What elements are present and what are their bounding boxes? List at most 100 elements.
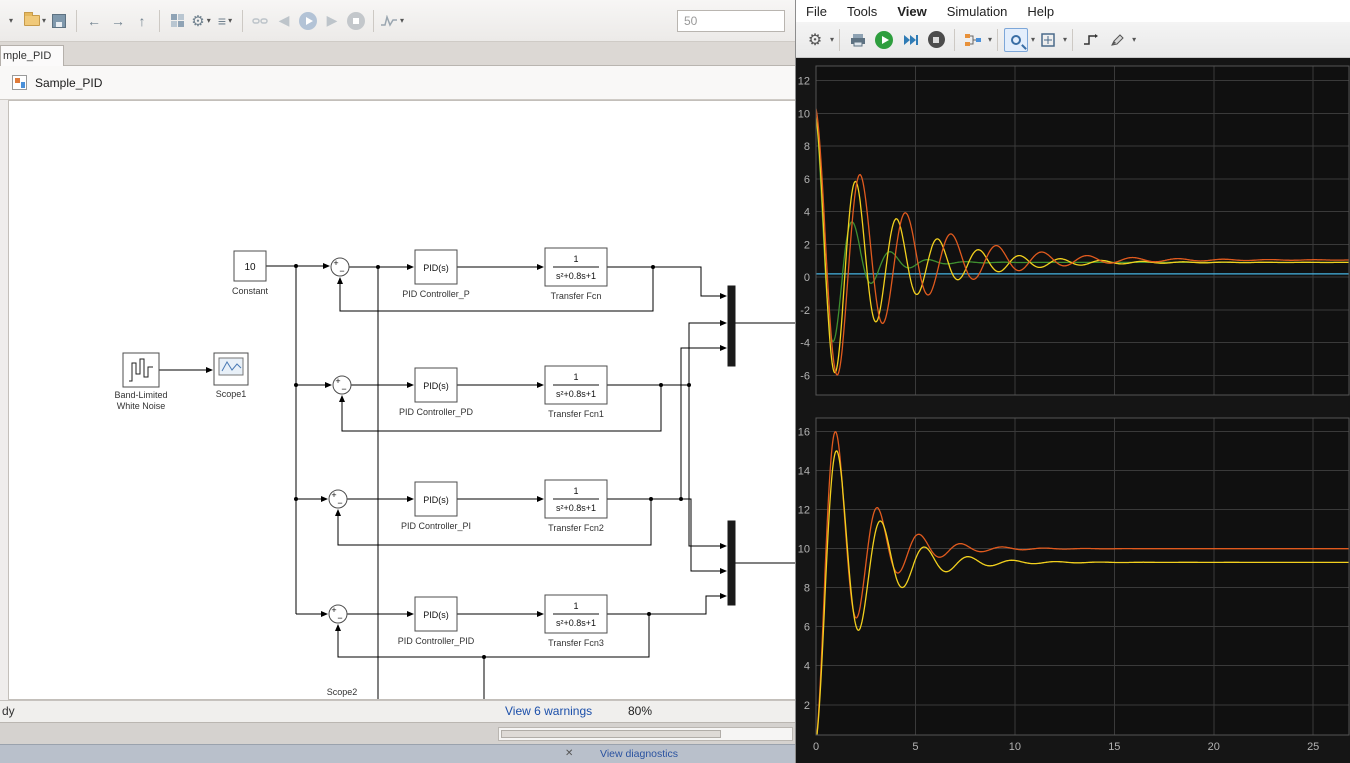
scope-display-2[interactable]: 2 4 6 8 10 12 14 16 0 5 10 15 20 25 bbox=[796, 414, 1350, 763]
stop-simulation-button[interactable] bbox=[924, 28, 948, 52]
pid-label: PID Controller_PD bbox=[399, 407, 474, 417]
view-diagnostics-link[interactable]: View diagnostics bbox=[600, 748, 678, 760]
y-tick-label: 16 bbox=[798, 427, 810, 439]
separator bbox=[373, 9, 375, 32]
constant-block[interactable]: 10 Constant bbox=[232, 250, 269, 296]
step-back-button[interactable]: ◀ bbox=[273, 8, 295, 34]
x-tick-label: 15 bbox=[1108, 741, 1120, 753]
scope-plot-2[interactable]: 2 4 6 8 10 12 14 16 0 5 10 15 20 25 bbox=[796, 414, 1350, 763]
constant-label: Constant bbox=[232, 286, 269, 296]
run-simulation-button[interactable] bbox=[872, 28, 896, 52]
breadcrumb-label[interactable]: Sample_PID bbox=[35, 76, 102, 90]
zoom-level[interactable]: 80% bbox=[628, 704, 652, 718]
mux1-block[interactable] bbox=[727, 285, 736, 367]
mux2-block[interactable] bbox=[727, 520, 736, 606]
step-forward-button[interactable]: ▶ bbox=[321, 8, 343, 34]
menu-simulation[interactable]: Simulation bbox=[937, 0, 1018, 22]
save-button[interactable] bbox=[48, 8, 70, 34]
run-button[interactable] bbox=[297, 8, 319, 34]
y-tick-label: -2 bbox=[800, 305, 810, 317]
sum-block-4[interactable]: + − bbox=[328, 604, 348, 624]
tf-denominator: s²+0.8s+1 bbox=[556, 618, 596, 628]
noise-label-line1: Band-Limited bbox=[114, 390, 167, 400]
simulink-model-icon bbox=[12, 75, 27, 90]
stop-icon bbox=[927, 31, 945, 48]
menu-tools[interactable]: Tools bbox=[837, 0, 887, 22]
y-tick-label: 12 bbox=[798, 505, 810, 517]
transfer-fcn1-block[interactable]: 1 s²+0.8s+1 Transfer Fcn1 bbox=[544, 365, 608, 419]
minus-sign: − bbox=[337, 498, 342, 508]
scope-plot-1[interactable]: -6 -4 -2 0 2 4 6 8 10 12 bbox=[796, 62, 1350, 402]
transfer-fcn3-block[interactable]: 1 s²+0.8s+1 Transfer Fcn3 bbox=[544, 594, 608, 648]
sum-block-1[interactable]: + − bbox=[330, 257, 350, 277]
close-icon[interactable]: ✕ bbox=[565, 748, 573, 759]
pid-controller-p-block[interactable]: PID(s) PID Controller_P bbox=[402, 249, 470, 299]
scope1-block[interactable]: Scope1 bbox=[213, 352, 249, 399]
status-ready-text: dy bbox=[2, 704, 15, 718]
menu-file[interactable]: File bbox=[796, 0, 837, 22]
transfer-fcn-block[interactable]: 1 s²+0.8s+1 Transfer Fcn bbox=[544, 247, 608, 301]
tf-numerator: 1 bbox=[573, 601, 578, 611]
settings-gear-icon[interactable]: ⚙ bbox=[803, 28, 827, 52]
transfer-fcn2-block[interactable]: 1 s²+0.8s+1 Transfer Fcn2 bbox=[544, 479, 608, 533]
update-diagram-button[interactable] bbox=[249, 8, 271, 34]
pid-controller-pid-block[interactable]: PID(s) PID Controller_PID bbox=[398, 596, 475, 646]
sum-block-2[interactable]: + − bbox=[332, 375, 352, 395]
separator bbox=[997, 28, 999, 51]
play-icon bbox=[875, 30, 894, 49]
horizontal-scrollbar[interactable] bbox=[498, 727, 793, 741]
scope-plot-area: -6 -4 -2 0 2 4 6 8 10 12 2 4 6 8 10 12 14 16 0 5 10 15 20 25 bbox=[796, 58, 1350, 763]
new-model-caret-icon[interactable]: ▾ bbox=[0, 8, 22, 34]
view-warnings-link[interactable]: View 6 warnings bbox=[505, 704, 592, 718]
pid-label: PID Controller_PID bbox=[398, 636, 475, 646]
open-button[interactable]: ▾ bbox=[24, 8, 46, 34]
sum-block-3[interactable]: + − bbox=[328, 489, 348, 509]
y-tick-label: 2 bbox=[804, 239, 810, 251]
y-tick-label: 6 bbox=[804, 622, 810, 634]
link-icon bbox=[252, 17, 268, 24]
save-icon bbox=[52, 13, 67, 28]
magnifier-icon bbox=[1011, 34, 1022, 45]
up-button[interactable]: ↑ bbox=[131, 8, 153, 34]
model-explorer-button[interactable]: ≡ ▾ bbox=[214, 8, 236, 34]
tf-label: Transfer Fcn1 bbox=[548, 409, 604, 419]
back-button[interactable]: ← bbox=[83, 8, 105, 34]
minus-sign: − bbox=[339, 266, 344, 276]
model-canvas[interactable]: 10 Constant Band-Limited White Noise Sco… bbox=[8, 100, 795, 700]
stop-time-input[interactable] bbox=[677, 9, 785, 32]
white-noise-block[interactable]: Band-Limited White Noise bbox=[114, 352, 168, 411]
pid-controller-pd-block[interactable]: PID(s) PID Controller_PD bbox=[399, 367, 474, 417]
model-config-button[interactable]: ⚙ ▾ bbox=[190, 8, 212, 34]
minus-sign: − bbox=[337, 613, 342, 623]
y-tick-label: 4 bbox=[804, 207, 810, 219]
pid-text: PID(s) bbox=[423, 495, 449, 505]
signal-selector-button[interactable] bbox=[961, 28, 985, 52]
stop-button[interactable] bbox=[345, 8, 367, 34]
library-browser-button[interactable] bbox=[166, 8, 188, 34]
zoom-button[interactable] bbox=[1004, 27, 1029, 52]
forward-button[interactable]: → bbox=[107, 8, 129, 34]
signal-routing-icon bbox=[965, 33, 982, 46]
snapshot-button[interactable] bbox=[846, 28, 870, 52]
model-tab-bar: mple_PID bbox=[0, 42, 795, 66]
measurements-button[interactable] bbox=[1105, 28, 1129, 52]
canvas-scroll-strip bbox=[0, 722, 795, 744]
tf-denominator: s²+0.8s+1 bbox=[556, 503, 596, 513]
scope-display-1[interactable]: -6 -4 -2 0 2 4 6 8 10 12 bbox=[796, 62, 1350, 402]
simulation-display-button[interactable]: ▾ bbox=[380, 8, 404, 34]
caret-icon: ▾ bbox=[1031, 35, 1036, 44]
y-tick-label: 2 bbox=[804, 700, 810, 712]
gear-icon: ⚙ bbox=[191, 12, 205, 30]
separator bbox=[1072, 28, 1074, 51]
pid-controller-pi-block[interactable]: PID(s) PID Controller_PI bbox=[401, 481, 471, 531]
fit-to-view-button[interactable] bbox=[1036, 28, 1060, 52]
menu-help[interactable]: Help bbox=[1017, 0, 1064, 22]
step-forward-button[interactable] bbox=[898, 28, 922, 52]
separator bbox=[954, 28, 956, 51]
pid-label: PID Controller_P bbox=[402, 289, 470, 299]
scrollbar-thumb[interactable] bbox=[501, 730, 721, 738]
trigger-button[interactable] bbox=[1079, 28, 1103, 52]
x-tick-label: 5 bbox=[912, 741, 918, 753]
menu-view[interactable]: View bbox=[887, 0, 936, 22]
model-tab[interactable]: mple_PID bbox=[0, 45, 64, 66]
